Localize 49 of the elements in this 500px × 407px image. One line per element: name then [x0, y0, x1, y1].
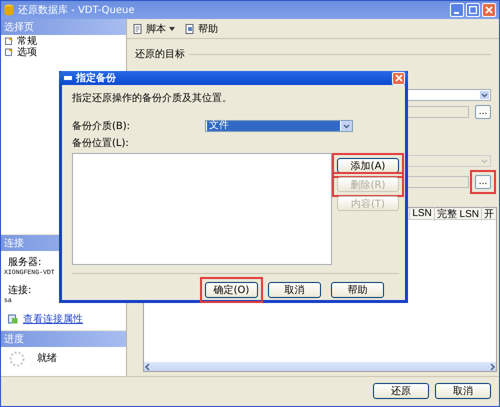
scroll-right-icon [488, 362, 496, 370]
instruction-text: 指定还原操作的备份介质及其位置。 [72, 92, 232, 105]
dialog-button[interactable]: 帮助 [331, 282, 384, 298]
dialog-title: 指定备份 [76, 71, 117, 85]
close-icon [394, 74, 402, 82]
browse-button[interactable]: ... [475, 105, 491, 119]
scroll-left-icon [144, 362, 152, 370]
sidebar-item[interactable]: 常规 [1, 35, 126, 46]
properties-icon [8, 314, 18, 324]
media-label: 备份介质(B): [72, 120, 132, 133]
spinner-icon [9, 350, 25, 367]
window-title: 还原数据库 - VDT-Queue [18, 4, 136, 17]
group-label: 还原的目标 [135, 48, 185, 61]
connection-properties-link[interactable]: 查看连接属性 [23, 312, 83, 326]
dialog-button[interactable]: 还原 [373, 383, 429, 399]
help-book-icon [185, 24, 195, 34]
maximize-icon [469, 6, 477, 14]
sidebar-item[interactable]: 选项 [1, 46, 126, 57]
database-icon [4, 4, 14, 16]
toolbar-button[interactable]: 脚本 [131, 22, 177, 36]
close-icon [485, 6, 493, 14]
dialog-button[interactable]: 取消 [268, 282, 321, 298]
page-icon [5, 36, 14, 45]
progress-status: 就绪 [37, 352, 57, 365]
page-icon [5, 47, 14, 56]
location-label: 备份位置(L): [72, 136, 130, 150]
side-button[interactable]: 添加(A) [337, 158, 399, 173]
script-icon [133, 24, 143, 34]
dialog-button[interactable]: 取消 [435, 383, 491, 399]
close-button[interactable] [392, 72, 405, 84]
dropdown-arrow-icon [480, 91, 489, 99]
section-header: 选择页 [1, 19, 126, 35]
login-label: 连接: [7, 284, 32, 297]
window-menu-icon [64, 76, 72, 80]
maximize-button[interactable] [466, 3, 480, 17]
browse-button[interactable]: ... [475, 175, 491, 189]
section-header: 进度 [1, 330, 126, 347]
column-header[interactable]: LSN [409, 208, 434, 219]
media-dropdown[interactable]: 文件 [205, 120, 353, 132]
horizontal-scrollbar[interactable] [144, 362, 496, 371]
minimize-button[interactable] [450, 3, 464, 17]
column-header[interactable]: 开 [481, 206, 496, 220]
caret-icon [169, 26, 175, 30]
column-header[interactable]: 完整 LSN [434, 206, 481, 220]
close-button[interactable] [482, 3, 496, 17]
dialog-button[interactable]: 确定(O) [205, 282, 258, 298]
toolbar-button[interactable]: 帮助 [183, 22, 220, 36]
location-list[interactable] [72, 153, 332, 265]
server-label: 服务器: [7, 256, 42, 269]
